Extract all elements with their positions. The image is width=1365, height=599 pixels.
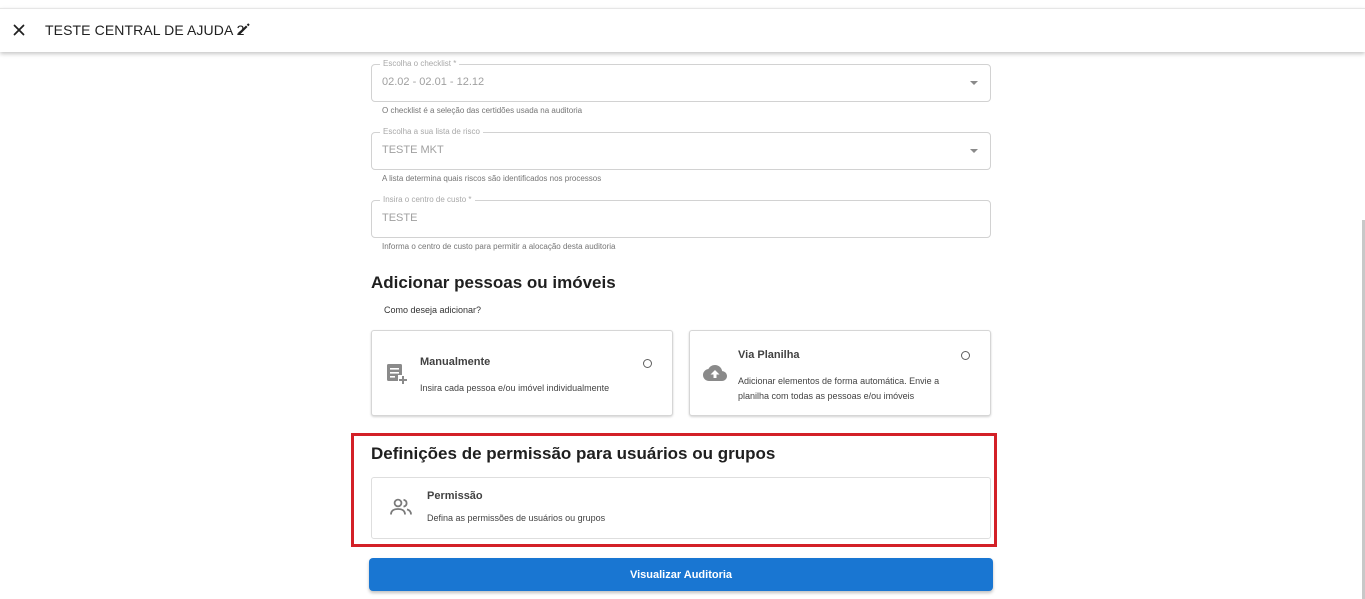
permission-section-title: Definições de permissão para usuários ou… [371,444,776,463]
people-icon [390,498,412,521]
pencil-icon[interactable] [237,22,251,36]
page-title: TESTE CENTRAL DE AJUDA 2 [45,22,245,38]
risk-list-select[interactable]: Escolha a sua lista de risco TESTE MKT [371,126,991,170]
risk-list-value: TESTE MKT [382,144,444,156]
risk-list-helper: A lista determina quais riscos são ident… [382,174,602,183]
add-note-icon [386,363,408,390]
permission-card-title: Permissão [427,490,483,502]
option-spreadsheet-card[interactable]: Via Planilha Adicionar elementos de form… [689,330,991,416]
dropdown-caret-icon[interactable] [970,149,978,153]
top-bar: TESTE CENTRAL DE AJUDA 2 [0,8,1365,52]
dropdown-caret-icon[interactable] [970,81,978,85]
option-spreadsheet-description-line1: Adicionar elementos de forma automática.… [738,376,940,386]
checklist-helper: O checklist é a seleção das certidões us… [382,106,583,115]
option-spreadsheet-description-line2: planilha com todas as pessoas e/ou imóve… [738,391,915,401]
close-icon[interactable] [11,22,27,38]
cost-center-input[interactable]: Insira o centro de custo * TESTE [371,194,991,238]
risk-list-label: Escolha a sua lista de risco [380,126,483,138]
option-manual-title: Manualmente [420,356,491,368]
add-section-title: Adicionar pessoas ou imóveis [371,273,616,292]
permission-card[interactable]: Permissão Defina as permissões de usuári… [371,477,991,539]
cost-center-value[interactable]: TESTE [382,212,417,224]
option-manual-card[interactable]: Manualmente Insira cada pessoa e/ou imóv… [371,330,673,416]
option-spreadsheet-radio[interactable] [961,351,970,360]
checklist-select[interactable]: Escolha o checklist * 02.02 - 02.01 - 12… [371,58,991,102]
option-spreadsheet-title: Via Planilha [738,349,800,361]
cost-center-helper: Informa o centro de custo para permitir … [382,242,616,251]
add-section-question: Como deseja adicionar? [384,305,482,315]
checklist-label: Escolha o checklist * [380,58,460,70]
view-audit-button[interactable]: Visualizar Auditoria [369,558,993,591]
cloud-upload-icon [703,364,727,387]
option-manual-radio[interactable] [643,359,652,368]
permission-card-description: Defina as permissões de usuários ou grup… [427,513,606,523]
cost-center-label: Insira o centro de custo * [380,194,475,206]
checklist-value: 02.02 - 02.01 - 12.12 [382,76,485,88]
option-manual-description: Insira cada pessoa e/ou imóvel individua… [420,383,610,393]
